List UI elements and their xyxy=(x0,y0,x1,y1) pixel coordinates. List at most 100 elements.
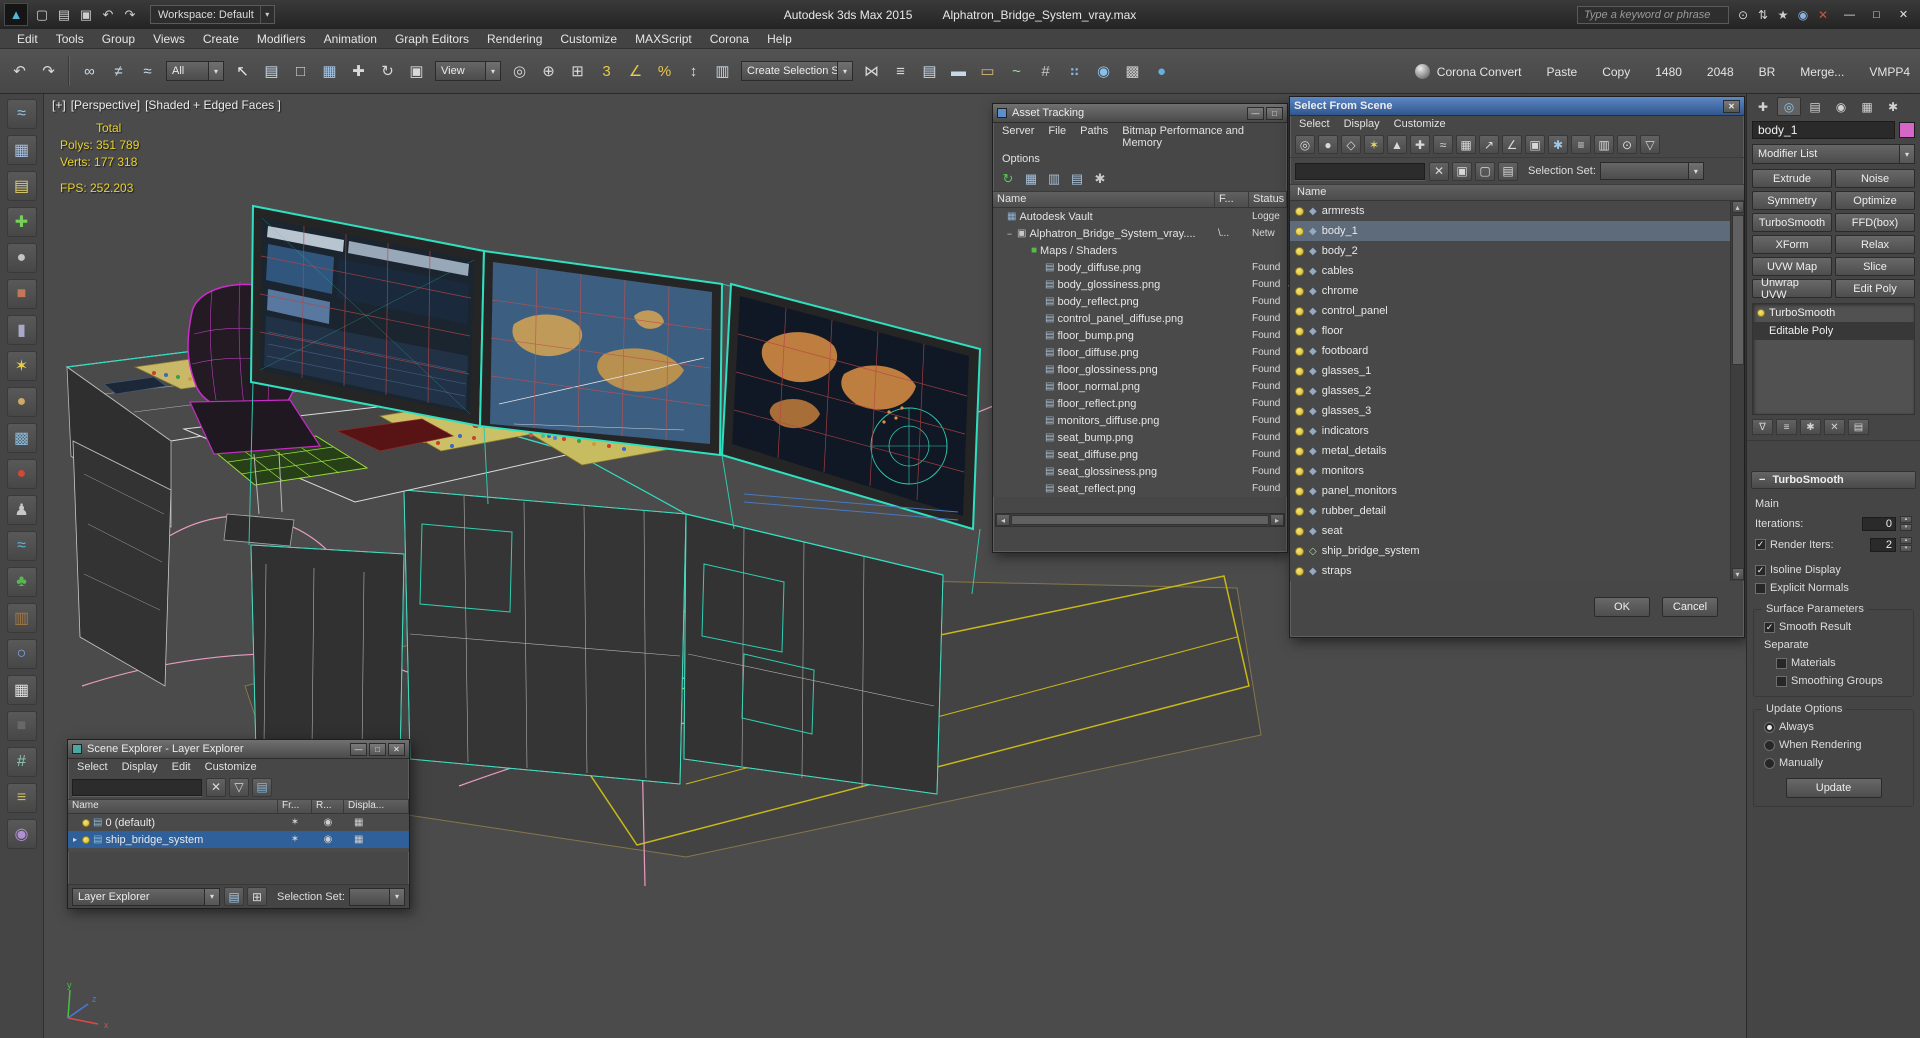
menubar-item[interactable]: Tools xyxy=(47,32,93,46)
light-bulb-icon[interactable] xyxy=(1295,206,1304,216)
schematic-view-icon[interactable]: # xyxy=(1032,58,1059,85)
asset-tracking-menu-item[interactable]: File xyxy=(1041,124,1073,150)
light-bulb-icon[interactable] xyxy=(1295,466,1304,476)
display-tab[interactable]: ▦ xyxy=(1855,97,1879,116)
layer-row[interactable]: ▤ 0 (default) ✶ ◉ ▦ xyxy=(68,814,409,831)
select-and-rotate-icon[interactable]: ↻ xyxy=(374,58,401,85)
display-geometry-icon[interactable]: ● xyxy=(1318,135,1338,154)
snaps-toggle-icon[interactable]: 3 xyxy=(593,58,620,85)
light-bulb-icon[interactable] xyxy=(1295,546,1304,556)
display-xrefs-icon[interactable]: ↗ xyxy=(1479,135,1499,154)
toolbar-text-button[interactable]: VMPP4 xyxy=(1869,65,1910,79)
select-and-move-icon[interactable]: ✚ xyxy=(345,58,372,85)
asset-row[interactable]: ▤ body_diffuse.png Found xyxy=(993,259,1287,276)
select-object-icon[interactable]: ↖ xyxy=(229,58,256,85)
modifier-button[interactable]: FFD(box) xyxy=(1835,213,1915,232)
undo-icon[interactable]: ↶ xyxy=(6,58,33,85)
clay-sphere-icon[interactable]: ● xyxy=(6,387,37,417)
scrollbar-thumb[interactable] xyxy=(1731,215,1744,365)
light-bulb-icon[interactable] xyxy=(82,818,90,827)
sphere-tool-icon[interactable]: ● xyxy=(6,243,37,273)
asset-row[interactable]: ■ Maps / Shaders xyxy=(993,242,1287,259)
menubar-item[interactable]: Help xyxy=(758,32,801,46)
percent-snap-icon[interactable]: % xyxy=(651,58,678,85)
filter-icon[interactable]: ▽ xyxy=(229,777,249,797)
renderable-toggle-icon[interactable]: ◉ xyxy=(312,817,344,828)
curve-editor-icon[interactable]: ~ xyxy=(1003,58,1030,85)
scene-explorer-menu-item[interactable]: Display xyxy=(115,760,165,774)
display-toggle-icon[interactable]: ▦ xyxy=(344,817,409,828)
toolbar-text-button[interactable]: BR xyxy=(1759,65,1776,79)
object-color-swatch[interactable] xyxy=(1899,122,1915,138)
close-button[interactable]: ✕ xyxy=(1891,6,1916,24)
frozen-toggle-icon[interactable]: ✶ xyxy=(278,834,312,845)
display-helpers-icon[interactable]: ✚ xyxy=(1410,135,1430,154)
light-tool-icon[interactable]: ✶ xyxy=(6,351,37,381)
light-bulb-icon[interactable] xyxy=(1295,446,1304,456)
light-bulb-icon[interactable] xyxy=(1295,226,1304,236)
display-lights-icon[interactable]: ✶ xyxy=(1364,135,1384,154)
scene-object-row[interactable]: ◇ ship_bridge_system xyxy=(1290,541,1744,561)
light-bulb-icon[interactable] xyxy=(1295,526,1304,536)
scene-object-row[interactable]: ◆ body_2 xyxy=(1290,241,1744,261)
save-file-icon[interactable]: ▣ xyxy=(76,5,96,25)
toolbar-text-button[interactable]: Copy xyxy=(1602,65,1630,79)
asset-row[interactable]: ▤ body_reflect.png Found xyxy=(993,293,1287,310)
select-and-scale-icon[interactable]: ▣ xyxy=(403,58,430,85)
asset-row[interactable]: ▤ body_glossiness.png Found xyxy=(993,276,1287,293)
stack-item-editable-poly[interactable]: Editable Poly xyxy=(1753,322,1914,340)
select-by-name-icon[interactable]: ▤ xyxy=(258,58,285,85)
name-column-header[interactable]: Name xyxy=(1290,184,1744,201)
create-tab[interactable]: ✚ xyxy=(1751,97,1775,116)
vertical-scrollbar[interactable]: ▴ ▾ xyxy=(1730,201,1744,581)
frozen-toggle-icon[interactable]: ✶ xyxy=(278,817,312,828)
display-bones-icon[interactable]: ∠ xyxy=(1502,135,1522,154)
select-children-icon[interactable]: ▢ xyxy=(1475,161,1495,181)
named-selection-sets-dropdown[interactable]: Create Selection Se ▾ xyxy=(741,61,853,81)
menubar-item[interactable]: Graph Editors xyxy=(386,32,478,46)
pin-stack-icon[interactable]: ∇ xyxy=(1752,419,1773,435)
scene-object-row[interactable]: ◆ indicators xyxy=(1290,421,1744,441)
asset-row[interactable]: ▤ seat_glossiness.png Found xyxy=(993,463,1287,480)
close-button[interactable]: ✕ xyxy=(388,742,405,756)
viewport-label[interactable]: [+] [Perspective] [Shaded + Edged Faces … xyxy=(52,98,281,112)
menubar-item[interactable]: Customize xyxy=(551,32,626,46)
asset-tracking-titlebar[interactable]: Asset Tracking — □ xyxy=(993,104,1287,123)
layer-manager-icon[interactable]: ▬ xyxy=(945,58,972,85)
scene-object-row[interactable]: ◆ chrome xyxy=(1290,281,1744,301)
monitor-right[interactable] xyxy=(720,282,982,531)
table-view-icon[interactable]: ▦ xyxy=(1022,170,1040,188)
display-spacewarps-icon[interactable]: ≈ xyxy=(1433,135,1453,154)
render-iters-checkbox[interactable]: ✓ xyxy=(1755,539,1766,550)
scroll-left-icon[interactable]: ◂ xyxy=(996,514,1010,526)
slate-editor-icon[interactable]: ■ xyxy=(6,711,37,741)
tree-toggle-icon[interactable]: − xyxy=(1005,229,1014,239)
scene-object-row[interactable]: ◆ armrests xyxy=(1290,201,1744,221)
cylinder-tool-icon[interactable]: ▮ xyxy=(6,315,37,345)
smooth-result-checkbox[interactable]: ✓ xyxy=(1764,621,1775,633)
scene-object-row[interactable]: ◆ cables xyxy=(1290,261,1744,281)
bind-to-space-warp-icon[interactable]: ≈ xyxy=(134,58,161,85)
select-and-manipulate-icon[interactable]: ⊕ xyxy=(535,58,562,85)
scene-explorer-menu-item[interactable]: Customize xyxy=(198,760,264,774)
align-icon[interactable]: ≡ xyxy=(887,58,914,85)
light-bulb-icon[interactable] xyxy=(1295,346,1304,356)
scene-object-row[interactable]: ◆ glasses_1 xyxy=(1290,361,1744,381)
foliage-tool-icon[interactable]: ♣ xyxy=(6,567,37,597)
redo-icon[interactable]: ↷ xyxy=(120,5,140,25)
use-pivot-center-icon[interactable]: ◎ xyxy=(506,58,533,85)
modifier-button[interactable]: XForm xyxy=(1752,235,1832,254)
utilities-tab[interactable]: ✱ xyxy=(1881,97,1905,116)
asset-tracking-menu-item[interactable]: Paths xyxy=(1073,124,1115,150)
light-bulb-icon[interactable] xyxy=(1295,326,1304,336)
update-button[interactable]: Update xyxy=(1785,778,1882,798)
layer-row[interactable]: ▸ ▤ ship_bridge_system ✶ ◉ ▦ xyxy=(68,831,409,848)
max-app-button[interactable]: ▲ xyxy=(4,3,28,26)
select-from-scene-menu-item[interactable]: Display xyxy=(1337,117,1387,131)
scene-explorer-titlebar[interactable]: Scene Explorer - Layer Explorer — □ ✕ xyxy=(68,740,409,759)
select-from-scene-dialog[interactable]: Select From Scene ✕ Select Display Customi… xyxy=(1289,96,1745,638)
modifier-button[interactable]: TurboSmooth xyxy=(1752,213,1832,232)
asset-row[interactable]: ▤ floor_reflect.png Found xyxy=(993,395,1287,412)
asset-row[interactable]: ▤ seat_diffuse.png Found xyxy=(993,446,1287,463)
water-material-icon[interactable]: ≈ xyxy=(6,531,37,561)
